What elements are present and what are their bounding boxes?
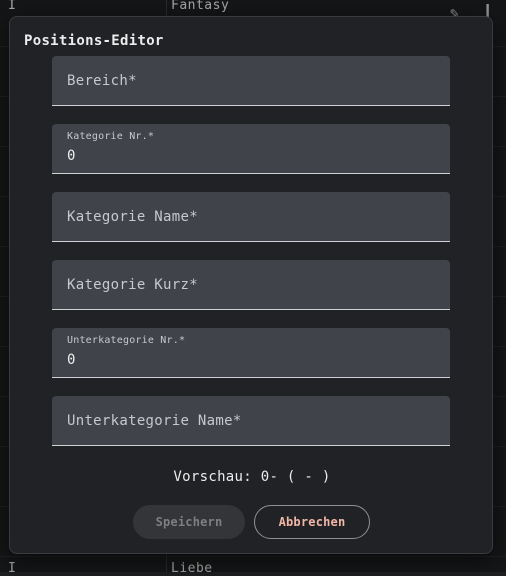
kategorie-name-field[interactable]: Kategorie Name*: [52, 192, 450, 242]
kategorie-nr-label: Kategorie Nr.*: [67, 131, 155, 142]
preview-line: Vorschau: 0- ( - ): [10, 469, 494, 485]
unterkategorie-name-field[interactable]: Unterkategorie Name*: [52, 396, 450, 446]
kategorie-nr-field[interactable]: Kategorie Nr.* 0: [52, 124, 450, 174]
cancel-button[interactable]: Abbrechen: [254, 505, 370, 539]
bereich-field[interactable]: Bereich*: [52, 56, 450, 106]
bereich-label: Bereich*: [67, 73, 137, 89]
preview-label: Vorschau:: [173, 469, 252, 485]
dialog-title: Positions-Editor: [24, 33, 164, 49]
unterkategorie-name-label: Unterkategorie Name*: [67, 413, 242, 429]
save-button[interactable]: Speichern: [133, 505, 245, 539]
kategorie-nr-value[interactable]: 0: [67, 148, 427, 164]
positions-editor-dialog: Positions-Editor Bereich* Kategorie Nr.*…: [9, 16, 493, 554]
unterkategorie-nr-label: Unterkategorie Nr.*: [67, 335, 186, 346]
preview-value: 0- ( - ): [260, 469, 331, 485]
kategorie-kurz-field[interactable]: Kategorie Kurz*: [52, 260, 450, 310]
kategorie-name-label: Kategorie Name*: [67, 209, 198, 225]
unterkategorie-nr-value[interactable]: 0: [67, 352, 427, 368]
unterkategorie-nr-field[interactable]: Unterkategorie Nr.* 0: [52, 328, 450, 378]
kategorie-kurz-label: Kategorie Kurz*: [67, 277, 198, 293]
